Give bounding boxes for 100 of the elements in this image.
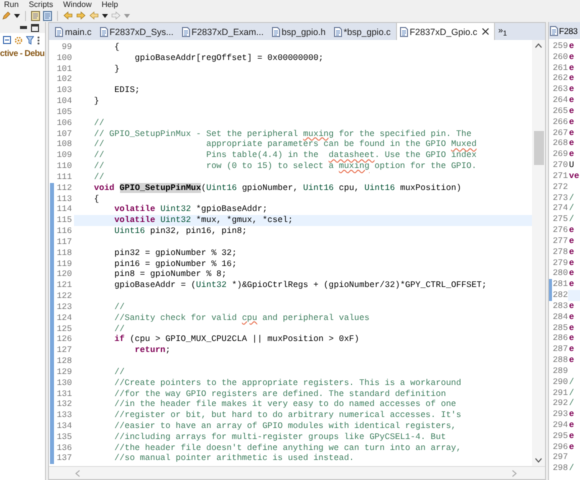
code-line: // [113, 302, 126, 313]
line-number: 111 [56, 172, 72, 183]
editor-tab[interactable]: *bsp_gpio.c [330, 23, 396, 40]
caret-icon[interactable] [102, 14, 108, 18]
document-icon[interactable] [31, 10, 40, 20]
vertical-scrollbar[interactable] [532, 40, 545, 466]
code-line: //the header file doesn't define anything we can turn into an array, [113, 442, 462, 454]
code-line: ve [568, 170, 580, 182]
editor-tab[interactable]: F2837xD_Gpio.c [396, 23, 496, 40]
line-number: 267 [552, 128, 568, 138]
line-number: 109 [56, 150, 72, 162]
code-line: gpioBaseAddr = (Uint32 *)&GpioCtrlRegs + (gpioNumber/32)*GPY_CTRL_OFFSET; [113, 280, 488, 292]
line-number: 110 [56, 161, 72, 172]
code-line: gpioBaseAddr[regOffset] = 0x00000000; [134, 52, 325, 64]
line-number: 286 [552, 333, 568, 344]
code-line: } [93, 96, 100, 107]
scroll-down-icon[interactable] [535, 458, 542, 463]
code-line: e [568, 138, 576, 150]
line-number: 120 [56, 269, 72, 280]
code-line: e [568, 268, 576, 280]
code-line: e [568, 116, 576, 128]
caret-icon[interactable] [14, 14, 20, 18]
file-icon [182, 26, 190, 36]
back-arrow-icon[interactable] [63, 11, 73, 20]
line-number: 115 [56, 215, 72, 226]
code-line: //Create pointers to the appropriate registers. This is a workaround [113, 378, 462, 388]
line-number: 265 [552, 106, 568, 117]
line-number: 271 [552, 170, 568, 182]
line-number: 269 [552, 149, 568, 160]
line-number: 278 [552, 246, 568, 258]
scroll-right-icon[interactable] [512, 470, 517, 476]
menu-item[interactable]: Window [63, 0, 92, 9]
tree-icon[interactable] [3, 36, 11, 44]
line-number: 118 [56, 248, 72, 259]
editor-tab[interactable]: F2837xD_Exam... [178, 23, 269, 40]
pencil-icon[interactable] [2, 11, 11, 20]
maximize-icon[interactable] [31, 24, 39, 32]
code-line: / [568, 463, 576, 474]
code-line: e [568, 279, 576, 290]
code-line: // [113, 366, 126, 378]
line-number: 125 [56, 324, 72, 334]
line-number: 129 [56, 366, 72, 378]
scroll-up-icon[interactable] [535, 43, 542, 48]
editor-tab[interactable]: F2837xD_Sys... [96, 23, 179, 40]
line-number: 99 [60, 42, 72, 53]
code-line: } [113, 64, 121, 74]
menu-item[interactable]: Help [102, 0, 118, 9]
code-line: / [568, 388, 576, 398]
horizontal-scrollbar[interactable] [49, 466, 545, 479]
code-line: e [568, 128, 576, 138]
scrollbar-thumb[interactable] [534, 131, 544, 165]
line-number: 108 [56, 139, 72, 150]
code-line: //Sanity check for valid cpu and peripheral values [113, 312, 370, 324]
code-line: e [568, 420, 576, 431]
line-number: 294 [552, 420, 568, 431]
menu-item[interactable]: Scripts [28, 0, 54, 9]
line-number: 126 [56, 334, 72, 346]
line-number: 127 [56, 345, 72, 356]
line-number: 284 [552, 312, 568, 323]
line-number: 285 [552, 322, 568, 334]
editor-tab[interactable]: main.c [52, 23, 97, 40]
overflow-tabs[interactable]: »$_{1}$ [495, 25, 507, 38]
close-icon[interactable] [482, 28, 490, 35]
code-line: // row (0 to 15) to select a muxing option for the GPIO. [93, 161, 478, 172]
forward-arrow-icon[interactable] [76, 11, 86, 20]
code-line: / [568, 376, 576, 388]
editor-tab[interactable]: F283 [549, 22, 578, 39]
gear-icon[interactable] [14, 36, 23, 44]
code-line: //easier to have an array of GPIO modules with identical registers, [113, 420, 458, 432]
document-icon[interactable] [43, 10, 52, 20]
code-line: { [113, 42, 121, 53]
line-number: 262 [552, 73, 568, 84]
code-line: e [568, 106, 576, 117]
menu-item[interactable]: Run [4, 0, 19, 9]
line-number: 268 [552, 138, 568, 150]
line-number: 290 [552, 376, 568, 388]
code-line: e [568, 322, 576, 334]
code-line: // [113, 324, 126, 334]
line-number: 273 [552, 192, 568, 204]
file-icon [334, 26, 342, 36]
filter-icon[interactable] [26, 36, 34, 44]
line-number: 119 [56, 258, 72, 270]
file-icon [100, 26, 108, 36]
code-line: // [93, 172, 106, 183]
editor-tab[interactable]: bsp_gpio.h [268, 23, 331, 40]
file-icon [400, 26, 408, 36]
line-number: 295 [552, 430, 568, 442]
code-line: e [568, 236, 576, 247]
line-number: 292 [552, 398, 568, 410]
line-number: 128 [56, 356, 72, 367]
line-number: 114 [56, 204, 72, 216]
line-number: 122 [56, 291, 72, 302]
line-number: 106 [56, 118, 72, 129]
code-line: / [568, 203, 576, 214]
code-line: e [568, 246, 576, 258]
code-line: pin32 = gpioNumber % 32; [113, 248, 238, 259]
code-line: e [568, 95, 576, 106]
more-icon[interactable] [37, 36, 40, 44]
scroll-left-icon[interactable] [75, 470, 80, 476]
code-line: //so manual pointer arithmetic is used instead. [113, 453, 356, 464]
